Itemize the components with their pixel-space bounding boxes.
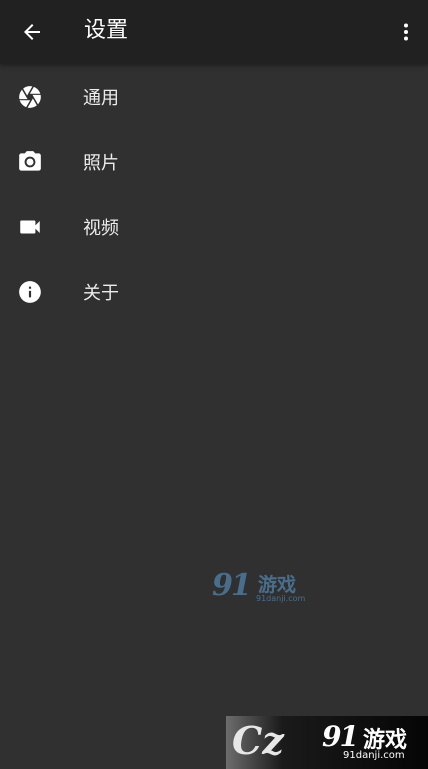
menu-item-general[interactable]: 通用 <box>0 64 428 129</box>
menu-item-label: 照片 <box>83 152 119 174</box>
menu-item-label: 视频 <box>83 217 119 239</box>
menu-item-about[interactable]: 关于 <box>0 259 428 324</box>
back-button[interactable] <box>12 12 52 52</box>
watermark-center: 91 游戏 91danji.com <box>212 568 312 610</box>
info-icon <box>17 279 43 305</box>
arrow-back-icon <box>24 24 40 40</box>
page-title: 设置 <box>84 18 129 43</box>
watermark-url: 91danji.com <box>256 594 306 603</box>
watermark-logo: 91 <box>322 720 359 753</box>
menu-item-label: 通用 <box>83 87 119 109</box>
watermark-text: 游戏 <box>258 574 297 596</box>
videocam-icon <box>17 214 43 240</box>
watermark-logo: 91 <box>212 568 252 603</box>
watermark-cz-mark: Cz <box>232 718 284 763</box>
settings-list: 通用 照片 视频 关于 <box>0 64 428 324</box>
menu-item-photos[interactable]: 照片 <box>0 129 428 194</box>
watermark-bottom: Cz 91 游戏 91danji.com <box>226 716 428 769</box>
app-bar: 设置 <box>0 0 428 64</box>
watermark-url: 91danji.com <box>343 750 405 761</box>
menu-item-label: 关于 <box>83 282 119 304</box>
more-vert-icon <box>404 23 408 41</box>
aperture-icon <box>17 84 43 110</box>
overflow-menu-button[interactable] <box>392 12 420 52</box>
camera-icon <box>17 149 43 175</box>
menu-item-video[interactable]: 视频 <box>0 194 428 259</box>
